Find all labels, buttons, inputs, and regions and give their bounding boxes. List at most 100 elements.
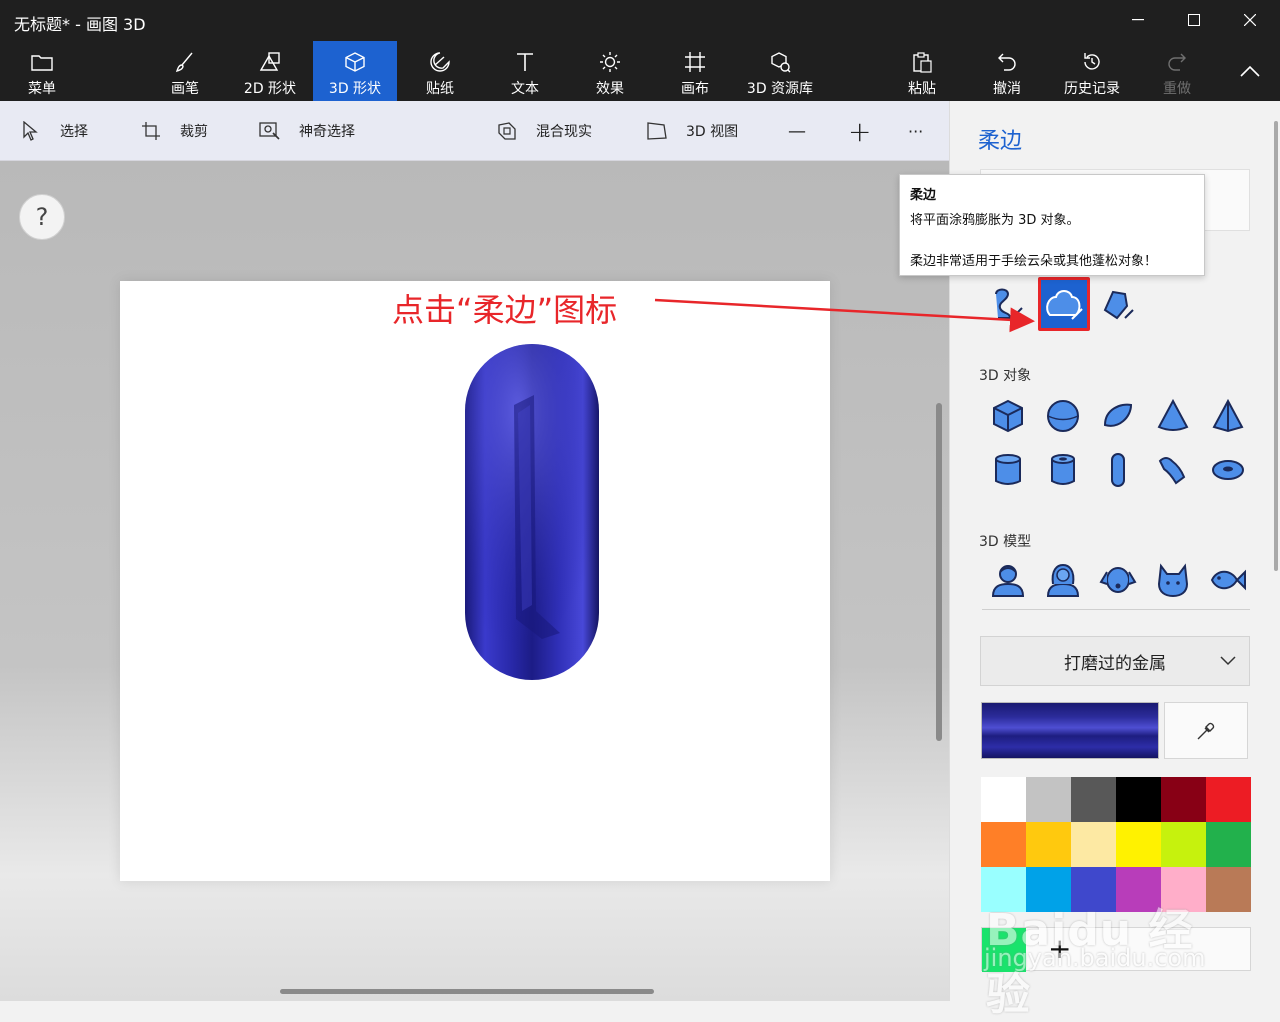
sphere-icon [1047,400,1079,432]
color-swatch[interactable] [1071,867,1116,912]
color-swatch[interactable] [1116,867,1161,912]
tab-3d-shapes[interactable]: 3D 形状 [313,41,397,101]
tab-label: 3D 资源库 [746,81,814,97]
add-custom-color[interactable]: + [981,927,1251,972]
capsule-button[interactable] [1095,445,1141,495]
cube-button[interactable] [985,391,1031,441]
color-swatch[interactable] [1071,777,1116,822]
vertical-scrollbar[interactable] [936,403,942,741]
pointer-icon [20,120,42,142]
material-dropdown[interactable]: 打磨过的金属 [980,636,1250,686]
soft-edge-icon [1046,290,1083,320]
color-swatch[interactable] [1026,822,1071,867]
panel-title: 柔边 [978,129,1023,154]
tab-menu[interactable]: 菜单 [0,41,84,101]
sharp-edge-button[interactable] [983,279,1029,329]
curved-tube-button[interactable] [1150,445,1196,495]
close-button[interactable] [1228,4,1272,36]
tube-icon [1051,454,1075,485]
fish-model-button[interactable] [1205,555,1251,605]
help-button[interactable]: ? [19,194,65,240]
man-model-button[interactable] [985,555,1031,605]
color-swatch[interactable] [1206,822,1251,867]
eyedropper-button[interactable] [1164,702,1248,759]
mixed-reality-icon [496,120,518,142]
tab-label: 效果 [596,81,624,97]
add-color-icon[interactable]: + [1048,932,1071,965]
color-swatch[interactable] [1116,822,1161,867]
color-swatch[interactable] [1026,777,1071,822]
tab-label: 画笔 [171,81,199,97]
soft-edge-button[interactable] [1038,277,1090,331]
crop-tool[interactable]: 裁剪 [140,101,208,161]
minimize-button[interactable] [1116,4,1160,36]
zoom-out-button[interactable]: — [788,101,806,161]
color-palette [981,777,1251,912]
color-swatch[interactable] [1206,867,1251,912]
tab-label: 历史记录 [1064,81,1120,97]
color-swatch[interactable] [1206,777,1251,822]
color-swatch[interactable] [1161,867,1206,912]
workspace: ? 点击“柔边”图标 [0,161,949,1001]
tab-redo[interactable]: 重做 [1135,41,1219,101]
text-icon [512,49,538,75]
color-swatch[interactable] [1161,777,1206,822]
zoom-in-button[interactable]: + [848,101,871,161]
color-swatch[interactable] [981,777,1026,822]
window-title: 无标题* - 画图 3D [14,15,146,34]
tab-undo[interactable]: 撤消 [965,41,1049,101]
cat-model-button[interactable] [1150,555,1196,605]
hemisphere-button[interactable] [1095,391,1141,441]
redo-icon [1164,49,1190,75]
3d-view-tool[interactable]: 3D 视图 [646,101,738,161]
color-swatch[interactable] [981,867,1026,912]
cube-icon [342,49,368,75]
title-bar: 无标题* - 画图 3D 菜单 画笔 2D 形状 3D 形状 贴纸 文本 效果 … [0,0,1280,101]
tab-brushes[interactable]: 画笔 [143,41,227,101]
dog-model-button[interactable] [1095,555,1141,605]
tab-canvas[interactable]: 画布 [653,41,737,101]
tab-label: 撤消 [993,81,1021,97]
tab-2d-shapes[interactable]: 2D 形状 [228,41,312,101]
color-swatch[interactable] [1026,867,1071,912]
maximize-button[interactable] [1172,4,1216,36]
3d-capsule-object[interactable] [464,343,600,681]
pyramid-button[interactable] [1205,391,1251,441]
sphere-button[interactable] [1040,391,1086,441]
tab-text[interactable]: 文本 [483,41,567,101]
tooltip-line: 将平面涂鸦膨胀为 3D 对象。 [910,213,1080,228]
tab-paste[interactable]: 粘贴 [880,41,964,101]
cylinder-button[interactable] [985,445,1031,495]
cone-button[interactable] [1150,391,1196,441]
tab-label: 画布 [681,81,709,97]
color-swatch[interactable] [981,822,1026,867]
annotation-text: 点击“柔边”图标 [392,291,618,329]
library-icon [767,49,793,75]
collapse-ribbon-button[interactable] [1234,56,1266,86]
current-color-swatch[interactable] [981,702,1159,759]
tab-3d-library[interactable]: 3D 资源库 [738,41,822,101]
magic-select-tool[interactable]: 神奇选择 [259,101,355,161]
tab-label: 文本 [511,81,539,97]
select-tool[interactable]: 选择 [20,101,88,161]
woman-model-button[interactable] [1040,555,1086,605]
tab-effects[interactable]: 效果 [568,41,652,101]
custom-color-swatch[interactable] [982,928,1026,972]
tube-button[interactable] [1040,445,1086,495]
tab-stickers[interactable]: 贴纸 [398,41,482,101]
donut-button[interactable] [1205,445,1251,495]
canvas[interactable] [120,281,830,881]
curved-tube-icon [1158,457,1186,485]
mixed-reality-label: 混合现实 [536,124,592,140]
tube-doodle-button[interactable] [1094,279,1140,329]
horizontal-scrollbar[interactable] [280,989,654,994]
color-swatch[interactable] [1116,777,1161,822]
cube-icon [993,399,1023,433]
undo-icon [994,49,1020,75]
mixed-reality-tool[interactable]: 混合现实 [496,101,592,161]
color-swatch[interactable] [1071,822,1116,867]
panel-scrollbar[interactable] [1274,121,1278,571]
color-swatch[interactable] [1161,822,1206,867]
more-button[interactable]: ··· [908,101,923,161]
tab-history[interactable]: 历史记录 [1050,41,1134,101]
